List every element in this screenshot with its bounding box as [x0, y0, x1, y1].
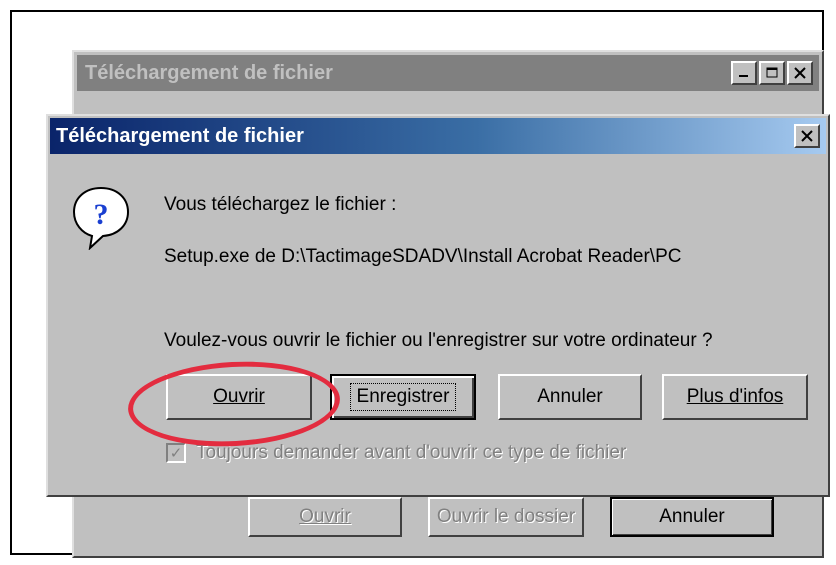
screenshot-frame: Téléchargement de fichier Ouvrir Ouvrir …: [10, 10, 830, 558]
always-ask-label: Toujours demander avant d'ouvrir ce type…: [196, 442, 627, 463]
open-button[interactable]: Ouvrir: [166, 374, 312, 420]
dialog-titlebar: Téléchargement de fichier: [50, 118, 826, 154]
file-download-dialog: Téléchargement de fichier ? Vous télécha…: [46, 114, 830, 497]
background-cancel-button[interactable]: Annuler: [610, 497, 774, 537]
always-ask-checkbox-row: ✓ Toujours demander avant d'ouvrir ce ty…: [166, 442, 626, 464]
save-button[interactable]: Enregistrer: [330, 374, 476, 420]
question-icon: ?: [72, 186, 130, 250]
save-button-label: Enregistrer: [349, 383, 457, 411]
message-line: Vous téléchargez le fichier :: [164, 194, 397, 215]
dialog-title: Téléchargement de fichier: [56, 124, 304, 147]
cancel-button[interactable]: Annuler: [498, 374, 642, 420]
close-icon[interactable]: [794, 124, 820, 148]
background-open-folder-button: Ouvrir le dossier: [428, 497, 584, 537]
close-icon[interactable]: [787, 61, 813, 85]
minimize-icon[interactable]: [731, 61, 757, 85]
background-window-titlebar: Téléchargement de fichier: [77, 55, 819, 91]
file-path-line: Setup.exe de D:\TactimageSDADV\Install A…: [164, 246, 682, 267]
maximize-icon[interactable]: [759, 61, 785, 85]
question-text: Voulez-vous ouvrir le fichier ou l'enreg…: [164, 330, 713, 351]
always-ask-checkbox: ✓: [166, 443, 186, 463]
background-open-button: Ouvrir: [248, 497, 402, 537]
background-window-title: Téléchargement de fichier: [85, 61, 333, 84]
svg-text:?: ?: [94, 198, 109, 231]
more-info-button[interactable]: Plus d'infos: [662, 374, 808, 420]
